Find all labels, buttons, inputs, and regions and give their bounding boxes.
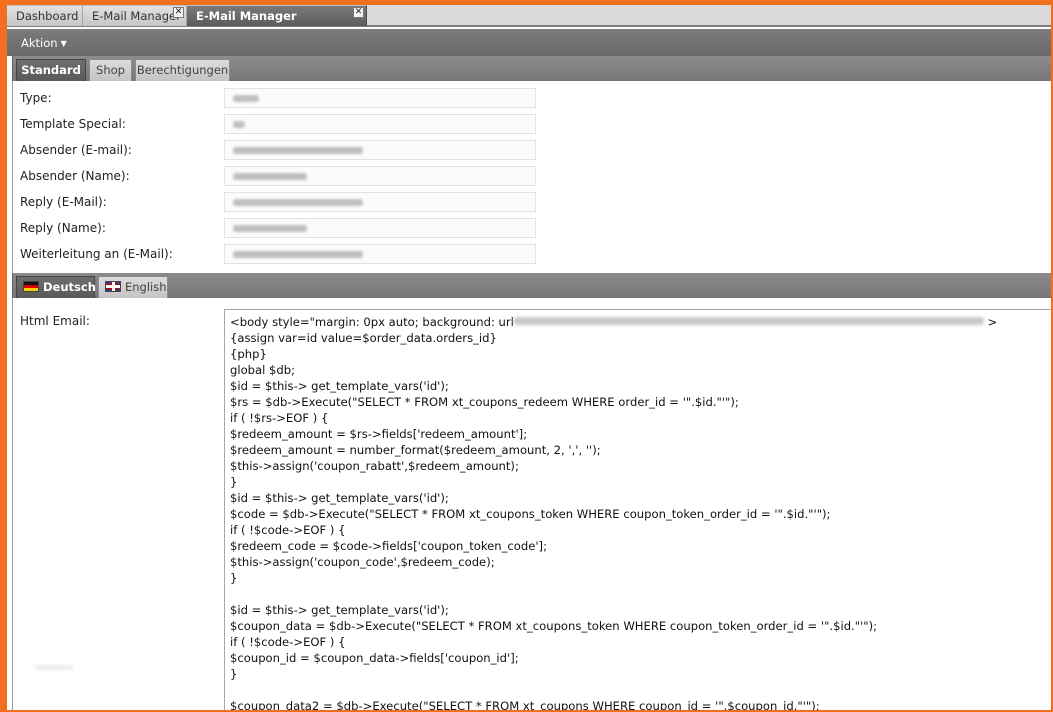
reply-name-field[interactable] <box>224 218 536 238</box>
tab-deutsch[interactable]: Deutsch <box>16 276 96 298</box>
code-line: $redeem_code = $code->fields['coupon_tok… <box>230 539 547 553</box>
close-icon[interactable]: ✕ <box>353 7 364 18</box>
redacted-url <box>513 317 984 325</box>
tab-shop-label: Shop <box>96 63 125 77</box>
tab-english[interactable]: English <box>98 276 168 298</box>
code-line: $this->assign('coupon_rabatt',$redeem_am… <box>230 459 519 473</box>
code-line: $id = $this-> get_template_vars('id'); <box>230 491 449 505</box>
code-line: $id = $this-> get_template_vars('id'); <box>230 603 449 617</box>
tab-standard[interactable]: Standard <box>16 59 86 81</box>
close-icon[interactable]: ✕ <box>173 7 184 18</box>
code-line: {php} <box>230 347 267 361</box>
code-lines: {assign var=id value=$order_data.orders_… <box>230 330 1051 710</box>
field-label-sender-name: Absender (Name): <box>20 169 130 183</box>
app-window: Dashboard E-Mail Manager ✕ E-Mail Manage… <box>7 5 1051 710</box>
code-line: $this->assign('coupon_code',$redeem_code… <box>230 555 495 569</box>
code-line: } <box>230 571 238 585</box>
field-label-forward-email: Weiterleitung an (E-Mail): <box>20 247 173 261</box>
html-email-editor[interactable]: <body style="margin: 0px auto; backgroun… <box>224 309 1051 710</box>
code-line: $coupon_data = $db->Execute("SELECT * FR… <box>230 619 878 633</box>
code-line: if ( !$code->EOF ) { <box>230 635 346 649</box>
code-line: {assign var=id value=$order_data.orders_… <box>230 331 497 345</box>
code-line: } <box>230 667 238 681</box>
type-field[interactable] <box>224 88 536 108</box>
code-line: global $db; <box>230 363 296 377</box>
tab-english-label: English <box>125 280 167 294</box>
action-menu-button[interactable]: Aktion ▼ <box>21 36 67 50</box>
code-line: $id = $this-> get_template_vars('id'); <box>230 379 449 393</box>
language-tab-bar: Deutsch English <box>12 273 1051 298</box>
tab-email-manager[interactable]: E-Mail Manager ✕ <box>83 5 187 26</box>
html-email-section: Html Email: <body style="margin: 0px aut… <box>12 298 1051 710</box>
sender-name-field[interactable] <box>224 166 536 186</box>
forward-email-field[interactable] <box>224 244 536 264</box>
code-first-line-suffix: > <box>983 315 998 329</box>
field-label-type: Type: <box>20 91 52 105</box>
action-toolbar: Aktion ▼ <box>7 29 1051 56</box>
faint-mark <box>35 665 73 670</box>
code-line: if ( !$code->EOF ) { <box>230 523 346 537</box>
code-line: $coupon_data2 = $db->Execute("SELECT * F… <box>230 699 820 710</box>
tab-berechtigungen[interactable]: Berechtigungen <box>135 59 230 81</box>
tab-deutsch-label: Deutsch <box>43 280 96 294</box>
english-flag-icon <box>105 281 121 292</box>
sender-email-field[interactable] <box>224 140 536 160</box>
field-label-template-special: Template Special: <box>20 117 126 131</box>
code-line: $redeem_amount = number_format($redeem_a… <box>230 443 601 457</box>
template-special-field[interactable] <box>224 114 536 134</box>
code-line: if ( !$rs->EOF ) { <box>230 411 329 425</box>
action-menu-label: Aktion <box>21 36 58 50</box>
code-line: $rs = $db->Execute("SELECT * FROM xt_cou… <box>230 395 739 409</box>
tab-berechtigungen-label: Berechtigungen <box>136 63 229 77</box>
tab-shop[interactable]: Shop <box>89 59 132 81</box>
field-label-reply-name: Reply (Name): <box>20 221 106 235</box>
tab-email-manager-label: E-Mail Manager <box>92 9 181 23</box>
top-tab-bar: Dashboard E-Mail Manager ✕ E-Mail Manage… <box>7 5 1051 43</box>
field-label-reply-email: Reply (E-Mail): <box>20 195 107 209</box>
caret-down-icon: ▼ <box>60 39 67 48</box>
code-line: <body style="margin: 0px auto; backgroun… <box>230 314 1051 330</box>
settings-form: Type: Template Special: Absender (E-mail… <box>12 81 1051 273</box>
code-line: $code = $db->Execute("SELECT * FROM xt_c… <box>230 507 831 521</box>
code-line: $redeem_amount = $rs->fields['redeem_amo… <box>230 427 528 441</box>
section-tab-bar: Standard Shop Berechtigungen <box>12 56 1051 81</box>
field-label-sender-email: Absender (E-mail): <box>20 143 132 157</box>
german-flag-icon <box>23 281 39 292</box>
tab-email-manager-edit[interactable]: E-Mail Manager Bearbeiten ✕ <box>187 5 367 43</box>
code-line: } <box>230 475 238 489</box>
tab-dashboard-label: Dashboard <box>16 9 79 23</box>
tab-dashboard[interactable]: Dashboard <box>7 5 83 26</box>
reply-email-field[interactable] <box>224 192 536 212</box>
tab-standard-label: Standard <box>21 63 81 77</box>
code-line: $coupon_id = $coupon_data->fields['coupo… <box>230 651 519 665</box>
html-email-label: Html Email: <box>20 314 90 328</box>
code-first-line-prefix: <body style="margin: 0px auto; backgroun… <box>230 315 514 329</box>
